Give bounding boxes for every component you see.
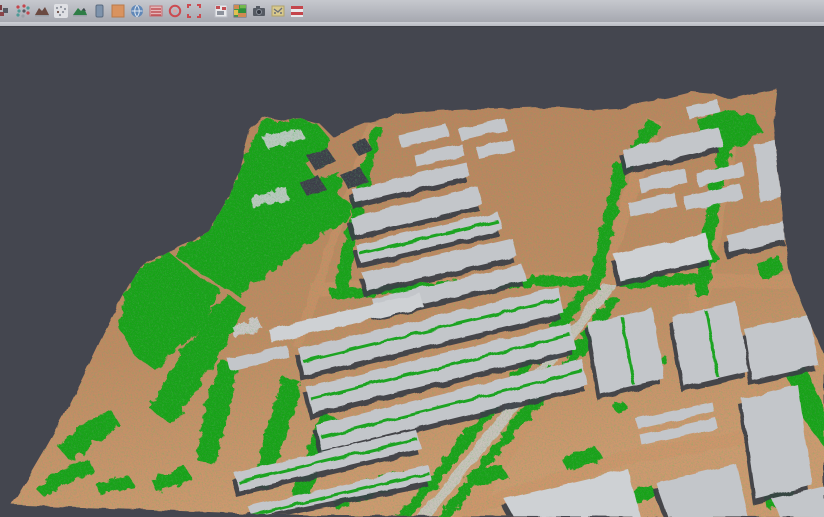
map-sheet-button[interactable] [269,3,286,20]
terrain-model-icon [34,3,50,19]
camera-view-button[interactable] [250,3,267,20]
point-cloud-icon [53,3,69,19]
application-window [0,0,824,517]
point-cloud-button[interactable] [52,3,69,20]
globe-view-icon [129,3,145,19]
profile-view-icon [91,3,107,19]
classified-display-button[interactable] [231,3,248,20]
main-toolbar [0,0,824,22]
3d-viewport[interactable] [0,27,824,517]
target-point-icon [167,3,183,19]
surface-model-icon [72,3,88,19]
camera-view-icon [251,3,267,19]
attribute-table-icon [148,3,164,19]
terrain-model-button[interactable] [33,3,50,20]
globe-view-button[interactable] [128,3,145,20]
zoom-extents-button[interactable] [185,3,202,20]
zoom-extents-icon [186,3,202,19]
map-sheet-icon [270,3,286,19]
classify-points-button[interactable] [14,3,31,20]
edit-points-icon [0,3,12,19]
classified-display-icon [232,3,248,19]
profile-view-button[interactable] [90,3,107,20]
grid-overlay-button[interactable] [212,3,229,20]
target-point-button[interactable] [166,3,183,20]
edit-points-button[interactable] [0,3,12,20]
classify-points-icon [15,3,31,19]
attribute-table-button[interactable] [147,3,164,20]
point-cloud-scene [0,27,824,517]
grid-overlay-icon [213,3,229,19]
orthoimage-icon [110,3,126,19]
flag-lines-button[interactable] [288,3,305,20]
surface-model-button[interactable] [71,3,88,20]
orthoimage-button[interactable] [109,3,126,20]
flag-lines-icon [289,3,305,19]
